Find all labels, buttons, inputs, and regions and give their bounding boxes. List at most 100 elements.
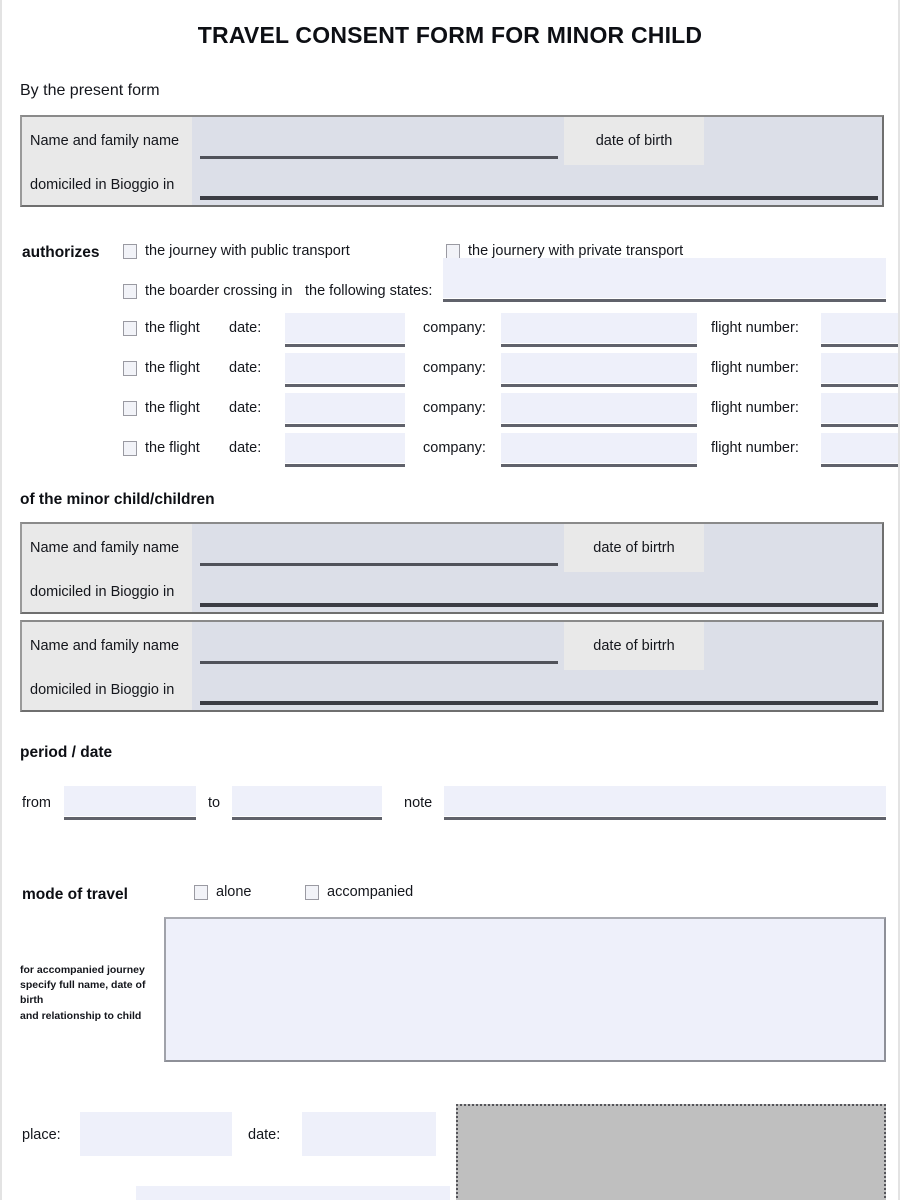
- checkbox-flight-3[interactable]: [123, 400, 137, 416]
- flight-3-label: the flight: [145, 400, 200, 416]
- option-public-transport[interactable]: the journey with public transport: [123, 243, 350, 259]
- option-border-crossing[interactable]: the boarder crossing in: [123, 283, 293, 299]
- present-form-dob-input[interactable]: [704, 117, 882, 165]
- flight-2-number-input[interactable]: [821, 353, 898, 387]
- flight-4-date-input[interactable]: [285, 433, 405, 467]
- flight-4-number-input[interactable]: [821, 433, 898, 467]
- period-note-input[interactable]: [444, 786, 886, 820]
- travel-consent-form-page: TRAVEL CONSENT FORM FOR MINOR CHILD By t…: [0, 0, 900, 1200]
- flight-1-company-label: company:: [423, 320, 486, 336]
- option-border-crossing-label: the boarder crossing in: [145, 283, 293, 299]
- minor-1-name-label: Name and family name: [22, 524, 192, 572]
- minor-2-name-label: Name and family name: [22, 622, 192, 670]
- flight-1-company-input[interactable]: [501, 313, 697, 347]
- accompanied-instructions: for accompanied journey specify full nam…: [20, 963, 155, 1024]
- checkbox-accompanied[interactable]: [305, 884, 319, 900]
- accompanied-instructions-line-1: for accompanied journey: [20, 964, 145, 976]
- option-private-transport-label: the journery with private transport: [468, 243, 684, 259]
- option-public-transport-label: the journey with public transport: [145, 243, 350, 259]
- present-form-domicile-label: domiciled in Bioggio in: [22, 165, 192, 205]
- accompanied-instructions-line-3: and relationship to child: [20, 1009, 142, 1022]
- flight-2-number-label: flight number:: [711, 360, 799, 376]
- place-label: place:: [22, 1127, 61, 1143]
- option-alone[interactable]: alone: [194, 884, 251, 900]
- flight-row-4: the flight date: company: flight number:: [123, 433, 898, 467]
- flight-4-date-label: date:: [229, 440, 262, 456]
- minor-child-box-1: Name and family name date of birtrh domi…: [20, 522, 884, 614]
- present-form-name-input[interactable]: [192, 117, 564, 165]
- minor-child-box-2: Name and family name date of birtrh domi…: [20, 620, 884, 712]
- flight-2-date-label: date:: [229, 360, 262, 376]
- period-heading: period / date: [20, 744, 113, 761]
- flight-1-label: the flight: [145, 320, 200, 336]
- period-from-input[interactable]: [64, 786, 196, 820]
- minor-1-dob-label: date of birtrh: [564, 524, 704, 572]
- period-to-input[interactable]: [232, 786, 382, 820]
- flight-4-company-label: company:: [423, 440, 486, 456]
- footer-lower-field[interactable]: [136, 1186, 450, 1200]
- present-form-dob-label: date of birth: [564, 117, 704, 165]
- checkbox-private-transport[interactable]: [446, 243, 460, 259]
- minors-heading: of the minor child/children: [20, 491, 215, 508]
- authorizes-heading: authorizes: [22, 244, 100, 261]
- accompanied-details-textarea[interactable]: [164, 917, 886, 1062]
- flight-3-number-label: flight number:: [711, 400, 799, 416]
- minor-1-name-row: Name and family name date of birtrh: [22, 524, 882, 572]
- flight-3-number-input[interactable]: [821, 393, 898, 427]
- flight-3-company-label: company:: [423, 400, 486, 416]
- following-states-label: the following states:: [305, 283, 433, 299]
- checkbox-flight-2[interactable]: [123, 360, 137, 376]
- accompanied-instructions-line-2: specify full name, date of birth: [20, 979, 146, 1007]
- flight-1-number-label: flight number:: [711, 320, 799, 336]
- minor-1-domicile-label: domiciled in Bioggio in: [22, 572, 192, 612]
- period-from-label: from: [22, 795, 51, 811]
- page-title: TRAVEL CONSENT FORM FOR MINOR CHILD: [197, 22, 703, 48]
- minor-1-domicile-input[interactable]: [192, 572, 882, 612]
- option-accompanied-label: accompanied: [327, 884, 414, 900]
- present-form-name-row: Name and family name date of birth: [22, 117, 882, 165]
- checkbox-flight-4[interactable]: [123, 440, 137, 456]
- checkbox-alone[interactable]: [194, 884, 208, 900]
- flight-2-company-label: company:: [423, 360, 486, 376]
- flight-1-number-input[interactable]: [821, 313, 898, 347]
- flight-2-date-input[interactable]: [285, 353, 405, 387]
- checkbox-public-transport[interactable]: [123, 243, 137, 259]
- place-input[interactable]: [80, 1112, 232, 1156]
- mode-of-travel-heading: mode of travel: [22, 886, 128, 903]
- period-note-label: note: [404, 795, 433, 811]
- minor-1-name-input[interactable]: [192, 524, 564, 572]
- flight-row-2: the flight date: company: flight number:: [123, 353, 898, 387]
- flight-1-date-label: date:: [229, 320, 262, 336]
- following-states-input[interactable]: [443, 258, 886, 302]
- flight-3-date-label: date:: [229, 400, 262, 416]
- minor-1-dob-input[interactable]: [704, 524, 882, 572]
- minor-2-name-input[interactable]: [192, 622, 564, 670]
- signature-box[interactable]: [456, 1104, 886, 1200]
- checkbox-border-crossing[interactable]: [123, 283, 137, 299]
- checkbox-flight-1[interactable]: [123, 320, 137, 336]
- minor-2-domicile-input[interactable]: [192, 670, 882, 710]
- present-form-person-box: Name and family name date of birth domic…: [20, 115, 884, 207]
- option-alone-label: alone: [216, 884, 252, 900]
- flight-1-date-input[interactable]: [285, 313, 405, 347]
- flight-row-1: the flight date: company: flight number:: [123, 313, 898, 347]
- minor-2-name-row: Name and family name date of birtrh: [22, 622, 882, 670]
- footer-date-label: date:: [248, 1127, 281, 1143]
- footer-date-input[interactable]: [302, 1112, 436, 1156]
- present-form-domicile-row: domiciled in Bioggio in: [22, 165, 882, 205]
- minor-2-dob-label: date of birtrh: [564, 622, 704, 670]
- flight-3-date-input[interactable]: [285, 393, 405, 427]
- flight-2-label: the flight: [145, 360, 200, 376]
- flight-3-company-input[interactable]: [501, 393, 697, 427]
- flight-row-3: the flight date: company: flight number:: [123, 393, 898, 427]
- minor-2-dob-input[interactable]: [704, 622, 882, 670]
- minor-2-domicile-label: domiciled in Bioggio in: [22, 670, 192, 710]
- minor-1-domicile-row: domiciled in Bioggio in: [22, 572, 882, 612]
- option-accompanied[interactable]: accompanied: [305, 884, 413, 900]
- option-private-transport[interactable]: the journery with private transport: [446, 243, 683, 259]
- period-to-label: to: [208, 795, 221, 811]
- flight-4-company-input[interactable]: [501, 433, 697, 467]
- present-form-name-label: Name and family name: [22, 117, 192, 165]
- present-form-domicile-input[interactable]: [192, 165, 882, 205]
- flight-2-company-input[interactable]: [501, 353, 697, 387]
